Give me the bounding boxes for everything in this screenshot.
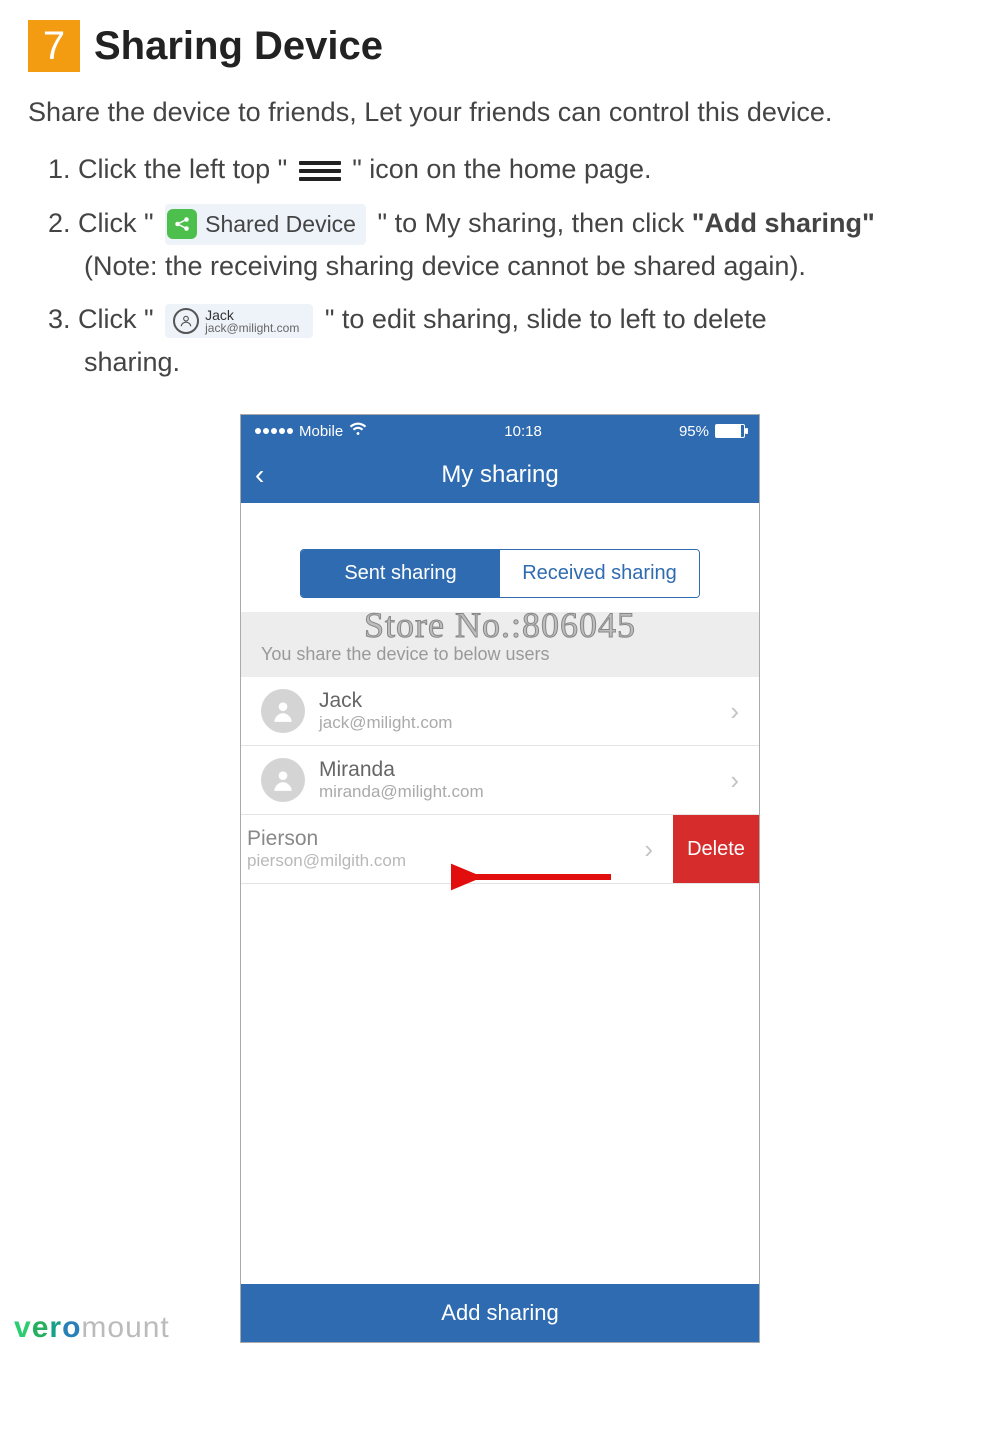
avatar-icon [261, 689, 305, 733]
brand-logo: veromount [14, 1311, 170, 1345]
intro-text: Share the device to friends, Let your fr… [28, 94, 972, 130]
user-email: pierson@milgith.com [247, 851, 644, 871]
person-icon [173, 308, 199, 334]
user-name: Miranda [319, 758, 730, 782]
section-header: You share the device to below users [241, 612, 759, 677]
user-row[interactable]: Jack jack@milight.com › [241, 677, 759, 746]
user-row[interactable]: Miranda miranda@milight.com › [241, 746, 759, 815]
phone-mockup: Mobile 10:18 95% ‹ My sharing Sent shari… [240, 414, 760, 1343]
step-2-text-a: 2. Click " [48, 208, 161, 238]
tab-received-sharing[interactable]: Received sharing [500, 550, 699, 597]
empty-space [241, 884, 759, 1284]
step-1: 1. Click the left top " " icon on the ho… [48, 148, 972, 191]
battery-icon [715, 424, 745, 438]
battery-percent: 95% [679, 423, 709, 440]
nav-bar: ‹ My sharing [241, 447, 759, 503]
step-1-text-a: 1. Click the left top " [48, 154, 295, 184]
step-2-bold: "Add sharing" [692, 208, 875, 238]
segmented-control: Sent sharing Received sharing [300, 549, 700, 598]
status-bar: Mobile 10:18 95% [241, 415, 759, 447]
nav-title: My sharing [241, 461, 759, 489]
shared-device-label: Shared Device [205, 206, 356, 243]
share-icon [167, 209, 197, 239]
user-chip: Jack jack@milight.com [165, 304, 313, 338]
user-name: Jack [319, 689, 730, 713]
step-2: 2. Click " Shared Device " to My sharing… [48, 202, 972, 288]
step-2-note: (Note: the receiving sharing device cann… [48, 245, 972, 288]
step-3-text-a: 3. Click " [48, 304, 161, 334]
signal-dots-icon [255, 428, 293, 434]
shared-device-pill: Shared Device [165, 204, 366, 245]
status-time: 10:18 [504, 423, 542, 440]
chip-name: Jack [205, 308, 299, 322]
step-1-text-b: " icon on the home page. [352, 154, 651, 184]
chevron-right-icon: › [730, 765, 739, 796]
step-3-text-c: sharing. [48, 341, 972, 384]
back-button[interactable]: ‹ [255, 461, 264, 489]
step-number-badge: 7 [28, 20, 80, 72]
page-title: Sharing Device [94, 24, 383, 69]
wifi-icon [349, 420, 367, 442]
user-name: Pierson [247, 827, 644, 851]
step-2-text-b: " to My sharing, then click [377, 208, 684, 238]
carrier-label: Mobile [299, 423, 343, 440]
delete-button[interactable]: Delete [673, 815, 759, 883]
swiped-user-row[interactable]: Pierson pierson@milgith.com › Delete [241, 815, 759, 884]
step-3: 3. Click " Jack jack@milight.com " to ed… [48, 298, 972, 384]
chevron-right-icon: › [644, 834, 653, 865]
hamburger-icon [299, 157, 341, 185]
tab-sent-sharing[interactable]: Sent sharing [301, 550, 500, 597]
user-email: jack@milight.com [319, 713, 730, 733]
avatar-icon [261, 758, 305, 802]
add-sharing-button[interactable]: Add sharing [241, 1284, 759, 1342]
chip-email: jack@milight.com [205, 322, 299, 334]
user-email: miranda@milight.com [319, 782, 730, 802]
step-3-text-b: " to edit sharing, slide to left to dele… [325, 304, 767, 334]
chevron-right-icon: › [730, 696, 739, 727]
section-header-text: You share the device to below users [261, 644, 739, 665]
